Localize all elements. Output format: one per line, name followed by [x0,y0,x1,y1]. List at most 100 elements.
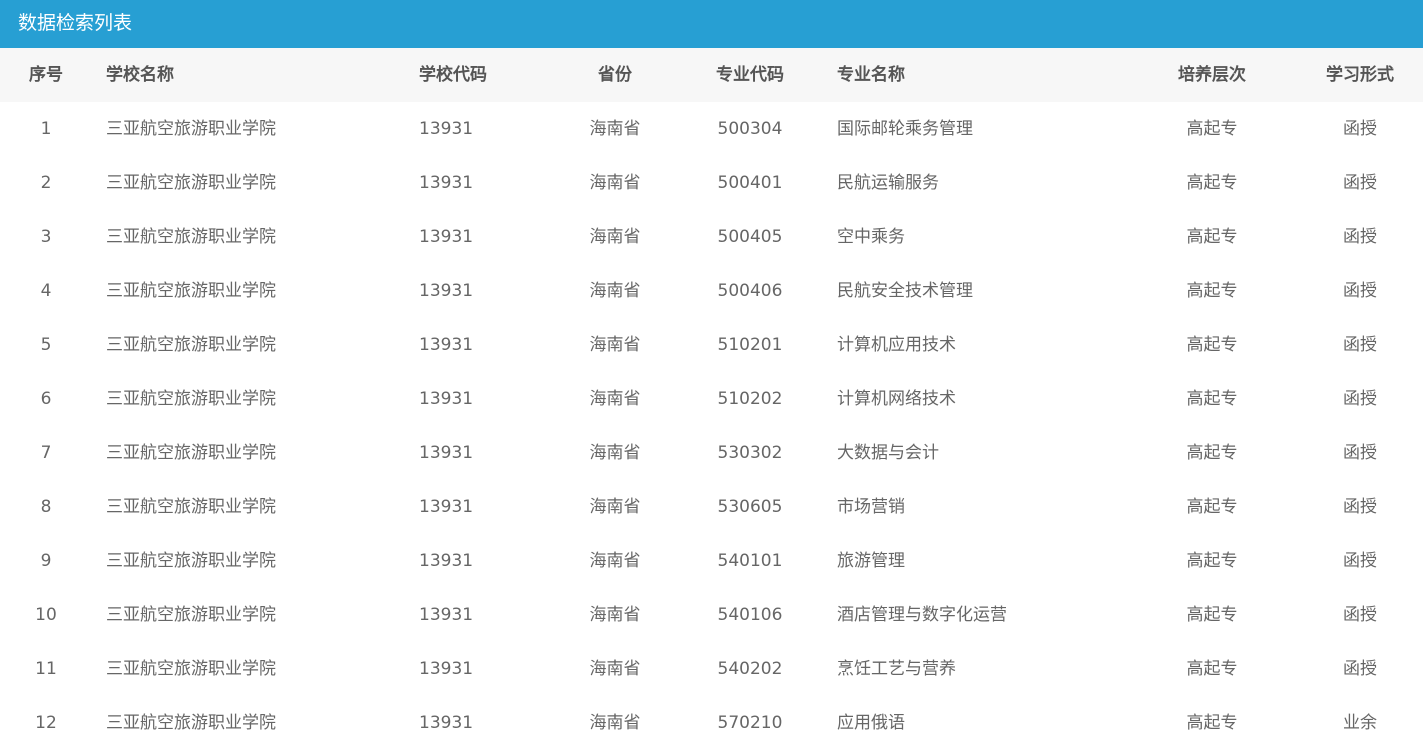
cell-school-code: 13931 [419,497,474,517]
cell-school-code: 13931 [419,713,474,733]
cell-index: 8 [40,497,52,517]
cell-major-code: 510201 [717,335,783,355]
cell-level: 高起专 [1186,551,1238,571]
cell-study-form: 函授 [1343,281,1377,301]
cell-school-name: 三亚航空旅游职业学院 [106,713,276,733]
cell-school-name: 三亚航空旅游职业学院 [106,605,276,625]
table-body: 1 三亚航空旅游职业学院 13931 海南省 500304 国际邮轮乘务管理 高… [0,102,1423,744]
cell-level: 高起专 [1186,443,1238,463]
cell-study-form: 函授 [1343,443,1377,463]
cell-school-name: 三亚航空旅游职业学院 [106,173,276,193]
cell-school-name: 三亚航空旅游职业学院 [106,227,276,247]
cell-school-code: 13931 [419,281,474,301]
cell-level: 高起专 [1186,389,1238,409]
cell-school-name: 三亚航空旅游职业学院 [106,497,276,517]
cell-province: 海南省 [589,281,641,301]
cell-school-name: 三亚航空旅游职业学院 [106,551,276,571]
table-row: 5 三亚航空旅游职业学院 13931 海南省 510201 计算机应用技术 高起… [0,318,1423,372]
cell-level: 高起专 [1186,659,1238,679]
cell-major-code: 510202 [717,389,783,409]
cell-major-code: 500406 [717,281,783,301]
header-major-name: 专业名称 [837,65,905,85]
cell-province: 海南省 [589,713,641,733]
cell-school-name: 三亚航空旅游职业学院 [106,281,276,301]
cell-level: 高起专 [1186,227,1238,247]
cell-province: 海南省 [589,335,641,355]
cell-major-name: 国际邮轮乘务管理 [837,119,973,139]
header-level: 培养层次 [1178,65,1246,85]
table-row: 11 三亚航空旅游职业学院 13931 海南省 540202 烹饪工艺与营养 高… [0,642,1423,696]
cell-province: 海南省 [589,497,641,517]
cell-major-name: 空中乘务 [837,227,905,247]
cell-index: 5 [40,335,52,355]
cell-major-name: 计算机应用技术 [837,335,956,355]
cell-school-name: 三亚航空旅游职业学院 [106,443,276,463]
cell-study-form: 函授 [1343,605,1377,625]
header-province: 省份 [598,65,632,85]
cell-index: 2 [40,173,52,193]
cell-school-code: 13931 [419,335,474,355]
cell-major-name: 计算机网络技术 [837,389,956,409]
cell-school-code: 13931 [419,173,474,193]
cell-level: 高起专 [1186,713,1238,733]
cell-major-code: 540106 [717,605,783,625]
cell-major-code: 500304 [717,119,783,139]
cell-major-code: 540202 [717,659,783,679]
cell-level: 高起专 [1186,281,1238,301]
cell-index: 10 [35,605,57,625]
cell-major-name: 酒店管理与数字化运营 [837,605,1007,625]
cell-school-code: 13931 [419,119,474,139]
table-header: 序号 学校名称 学校代码 省份 专业代码 专业名称 培养层次 学习形式 [0,48,1423,102]
cell-study-form: 函授 [1343,119,1377,139]
table-row: 10 三亚航空旅游职业学院 13931 海南省 540106 酒店管理与数字化运… [0,588,1423,642]
cell-index: 9 [40,551,52,571]
cell-study-form: 业余 [1343,713,1377,733]
cell-major-name: 应用俄语 [837,713,905,733]
cell-index: 12 [35,713,57,733]
cell-province: 海南省 [589,119,641,139]
header-school-code: 学校代码 [419,65,487,85]
cell-major-code: 570210 [717,713,783,733]
cell-major-name: 旅游管理 [837,551,905,571]
cell-major-code: 530302 [717,443,783,463]
header-index: 序号 [29,65,63,85]
cell-major-code: 500405 [717,227,783,247]
cell-province: 海南省 [589,659,641,679]
table-row: 8 三亚航空旅游职业学院 13931 海南省 530605 市场营销 高起专 函… [0,480,1423,534]
cell-province: 海南省 [589,389,641,409]
cell-study-form: 函授 [1343,389,1377,409]
table-row: 9 三亚航空旅游职业学院 13931 海南省 540101 旅游管理 高起专 函… [0,534,1423,588]
cell-major-name: 烹饪工艺与营养 [837,659,956,679]
cell-level: 高起专 [1186,335,1238,355]
data-search-panel: 数据检索列表 序号 学校名称 学校代码 省份 专业代码 专业名称 培养层次 学习… [0,0,1423,744]
cell-index: 11 [35,659,57,679]
cell-index: 1 [40,119,52,139]
cell-level: 高起专 [1186,173,1238,193]
cell-school-name: 三亚航空旅游职业学院 [106,335,276,355]
cell-school-code: 13931 [419,551,474,571]
cell-major-name: 市场营销 [837,497,905,517]
cell-index: 6 [40,389,52,409]
cell-school-code: 13931 [419,443,474,463]
cell-major-code: 500401 [717,173,783,193]
table-row: 1 三亚航空旅游职业学院 13931 海南省 500304 国际邮轮乘务管理 高… [0,102,1423,156]
cell-study-form: 函授 [1343,497,1377,517]
cell-school-code: 13931 [419,659,474,679]
cell-level: 高起专 [1186,605,1238,625]
cell-study-form: 函授 [1343,659,1377,679]
cell-study-form: 函授 [1343,551,1377,571]
cell-study-form: 函授 [1343,173,1377,193]
cell-level: 高起专 [1186,119,1238,139]
cell-province: 海南省 [589,605,641,625]
table-row: 4 三亚航空旅游职业学院 13931 海南省 500406 民航安全技术管理 高… [0,264,1423,318]
cell-major-name: 民航安全技术管理 [837,281,973,301]
table-row: 12 三亚航空旅游职业学院 13931 海南省 570210 应用俄语 高起专 … [0,696,1423,744]
cell-index: 3 [40,227,52,247]
cell-school-name: 三亚航空旅游职业学院 [106,119,276,139]
cell-school-name: 三亚航空旅游职业学院 [106,389,276,409]
cell-school-code: 13931 [419,605,474,625]
cell-province: 海南省 [589,227,641,247]
cell-major-name: 大数据与会计 [837,443,939,463]
cell-level: 高起专 [1186,497,1238,517]
cell-province: 海南省 [589,173,641,193]
